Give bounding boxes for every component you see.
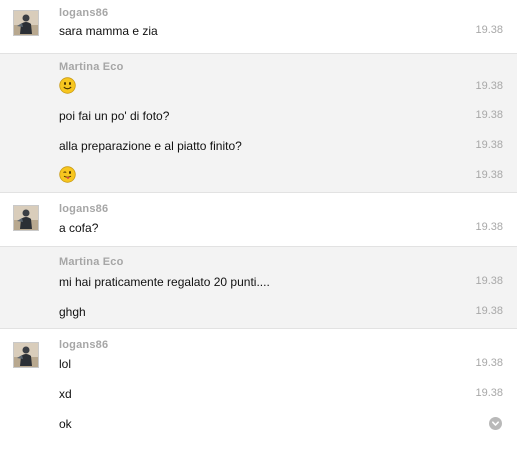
message-timestamp: 19.38: [475, 305, 503, 317]
message-group: Martina Eco mi hai praticamente regalato…: [0, 246, 517, 329]
message-timestamp: 19.38: [475, 221, 503, 233]
sender-name: Martina Eco: [59, 61, 124, 73]
message-text: poi fai un po' di foto?: [59, 109, 170, 123]
message-group: logans86 a cofa? 19.38: [0, 193, 517, 246]
message-timestamp: 19.38: [475, 24, 503, 36]
message-timestamp: 19.38: [475, 357, 503, 369]
avatar-image: [14, 206, 38, 230]
message-text: lol: [59, 357, 72, 371]
message-timestamp: 19.38: [475, 80, 503, 92]
sender-name: logans86: [59, 7, 109, 19]
message-group: logans86 sara mamma e zia 19.38: [0, 0, 517, 53]
avatar-image: [14, 11, 38, 35]
smiley-emoji-icon: [59, 77, 76, 94]
message-text: ghgh: [59, 305, 86, 319]
message-text: sara mamma e zia: [59, 24, 158, 38]
message-timestamp: 19.38: [475, 275, 503, 287]
message-group: logans86 lol 19.38 xd 19.38 ok: [0, 329, 517, 466]
message-timestamp: 19.38: [475, 109, 503, 121]
avatar[interactable]: [13, 10, 39, 36]
message-row: 19.38: [59, 166, 517, 186]
sender-name: logans86: [59, 203, 109, 215]
sender-name: logans86: [59, 339, 109, 351]
message-timestamp: 19.38: [475, 139, 503, 151]
chevron-down-icon[interactable]: [489, 417, 502, 430]
message-row: mi hai praticamente regalato 20 punti...…: [59, 274, 517, 292]
avatar-image: [14, 343, 38, 367]
message-row: a cofa? 19.38: [59, 220, 517, 238]
message-row: ghgh 19.38: [59, 304, 517, 322]
avatar[interactable]: [13, 205, 39, 231]
message-row: sara mamma e zia 19.38: [59, 23, 517, 41]
message-row: poi fai un po' di foto? 19.38: [59, 108, 517, 126]
sender-name: Martina Eco: [59, 256, 124, 268]
message-row: xd 19.38: [59, 386, 517, 404]
tongue-emoji-icon: [59, 166, 76, 183]
message-timestamp: 19.38: [475, 387, 503, 399]
message-row: alla preparazione e al piatto finito? 19…: [59, 138, 517, 156]
message-text: a cofa?: [59, 221, 99, 235]
chat-transcript: logans86 sara mamma e zia 19.38 Martina …: [0, 0, 517, 466]
message-row: ok: [59, 416, 517, 434]
message-text: ok: [59, 417, 72, 431]
message-text: alla preparazione e al piatto finito?: [59, 139, 242, 153]
message-text: xd: [59, 387, 72, 401]
message-text: mi hai praticamente regalato 20 punti...…: [59, 275, 270, 289]
message-row: lol 19.38: [59, 356, 517, 374]
message-group: Martina Eco 19.38 poi fai un po' di foto…: [0, 53, 517, 193]
message-row: 19.38: [59, 77, 517, 97]
avatar[interactable]: [13, 342, 39, 368]
chevron-down-glyph: [492, 421, 499, 426]
message-timestamp: 19.38: [475, 169, 503, 181]
